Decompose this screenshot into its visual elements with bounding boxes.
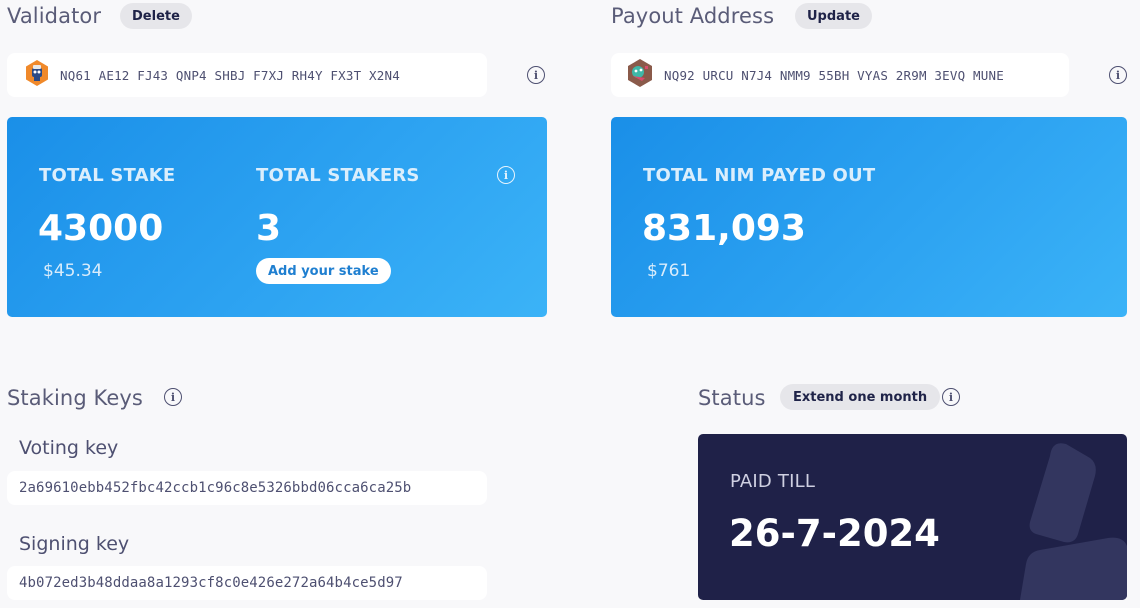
signing-key-value: 4b072ed3b48ddaa8a1293cf8c0e426e272a64b4c… [19,575,403,591]
nimiq-logo-watermark-icon [1020,443,1127,600]
paid-till-card: PAID TILL 26-7-2024 [698,434,1127,600]
payout-address-text: NQ92 URCU N7J4 NMM9 55BH VYAS 2R9M 3EVQ … [664,67,1004,83]
paid-till-value: 26-7-2024 [729,512,940,555]
delete-button[interactable]: Delete [120,3,192,29]
validator-info-icon[interactable]: i [527,66,545,84]
total-payed-out-usd: $761 [647,261,691,281]
total-stake-usd: $45.34 [43,261,103,281]
validator-identicon-icon [23,59,51,91]
signing-key-label: Signing key [19,533,130,555]
status-title: Status [698,386,766,410]
voting-key-value: 2a69610ebb452fbc42ccb1c96c8e5326bbd06cca… [19,480,412,496]
total-payed-out-value: 831,093 [642,208,806,249]
payout-summary-card: TOTAL NIM PAYED OUT 831,093 $761 [611,117,1127,317]
signing-key-field[interactable]: 4b072ed3b48ddaa8a1293cf8c0e426e272a64b4c… [7,566,487,600]
validator-address-text: NQ61 AE12 FJ43 QNP4 SHBJ F7XJ RH4Y FX3T … [60,67,400,83]
total-stakers-label: TOTAL STAKERS [256,165,420,186]
validator-address-field[interactable]: NQ61 AE12 FJ43 QNP4 SHBJ F7XJ RH4Y FX3T … [7,53,487,97]
stakers-info-icon[interactable]: i [497,166,515,184]
payout-info-icon[interactable]: i [1109,66,1127,84]
payout-address-field[interactable]: NQ92 URCU N7J4 NMM9 55BH VYAS 2R9M 3EVQ … [611,53,1069,97]
extend-one-month-button[interactable]: Extend one month [780,384,941,410]
add-stake-button[interactable]: Add your stake [256,258,391,284]
voting-key-field[interactable]: 2a69610ebb452fbc42ccb1c96c8e5326bbd06cca… [7,471,487,505]
stake-summary-card: TOTAL STAKE 43000 $45.34 TOTAL STAKERS 3… [7,117,547,317]
staking-keys-info-icon[interactable]: i [164,388,182,406]
total-stake-value: 43000 [38,208,164,249]
total-stakers-value: 3 [256,208,282,249]
validator-title: Validator [7,4,102,28]
staking-keys-title: Staking Keys [7,386,143,410]
total-payed-out-label: TOTAL NIM PAYED OUT [643,165,876,186]
update-button[interactable]: Update [795,3,872,29]
payout-title: Payout Address [611,4,775,28]
voting-key-label: Voting key [19,437,119,459]
paid-till-label: PAID TILL [730,471,816,492]
payout-identicon-icon [625,58,655,92]
status-info-icon[interactable]: i [942,388,960,406]
total-stake-label: TOTAL STAKE [39,165,176,186]
